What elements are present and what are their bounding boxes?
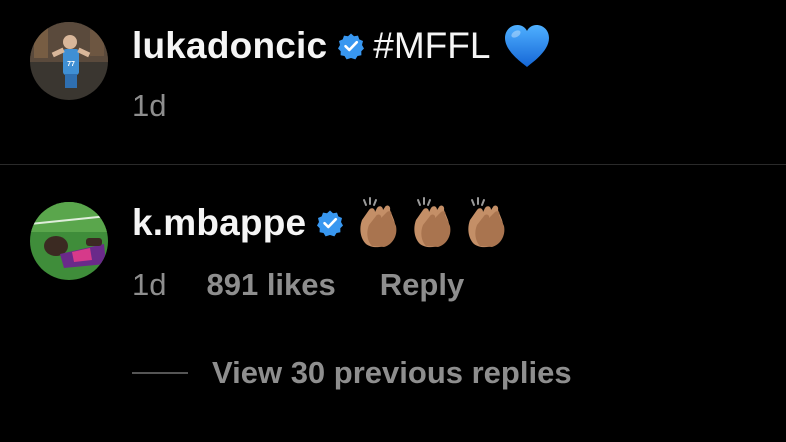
blue-heart-icon: [502, 23, 552, 69]
comment-meta: 1d: [132, 88, 166, 124]
verified-badge-icon: [316, 209, 344, 237]
avatar-k-mbappe[interactable]: [30, 202, 108, 280]
view-previous-replies-button[interactable]: View 30 previous replies: [132, 355, 572, 391]
likes-count[interactable]: 891 likes: [206, 267, 335, 303]
avatar-image: 77: [30, 22, 108, 100]
timestamp: 1d: [132, 267, 167, 302]
comment-line: lukadoncic #MFFL: [132, 24, 552, 68]
comment-line: k.mbappe: [132, 197, 516, 249]
username[interactable]: k.mbappe: [132, 202, 306, 244]
comment-text: #MFFL: [373, 25, 491, 66]
comment-lukadoncic: 77 lukadoncic #MFFL 1d: [0, 0, 786, 164]
clapping-hands-icon: [356, 196, 516, 250]
replies-rule: [132, 372, 188, 374]
comment-meta: 1d 891 likes Reply: [132, 267, 464, 303]
comment-k-mbappe: k.mbappe 1d 891 likes Reply: [0, 165, 786, 442]
view-replies-label: View 30 previous replies: [212, 355, 572, 390]
verified-badge-icon: [337, 32, 365, 60]
avatar-lukadoncic[interactable]: 77: [30, 22, 108, 100]
reply-button[interactable]: Reply: [380, 267, 464, 303]
timestamp: 1d: [132, 88, 167, 123]
avatar-image: [30, 202, 108, 280]
username[interactable]: lukadoncic: [132, 25, 327, 67]
svg-text:77: 77: [67, 61, 75, 68]
